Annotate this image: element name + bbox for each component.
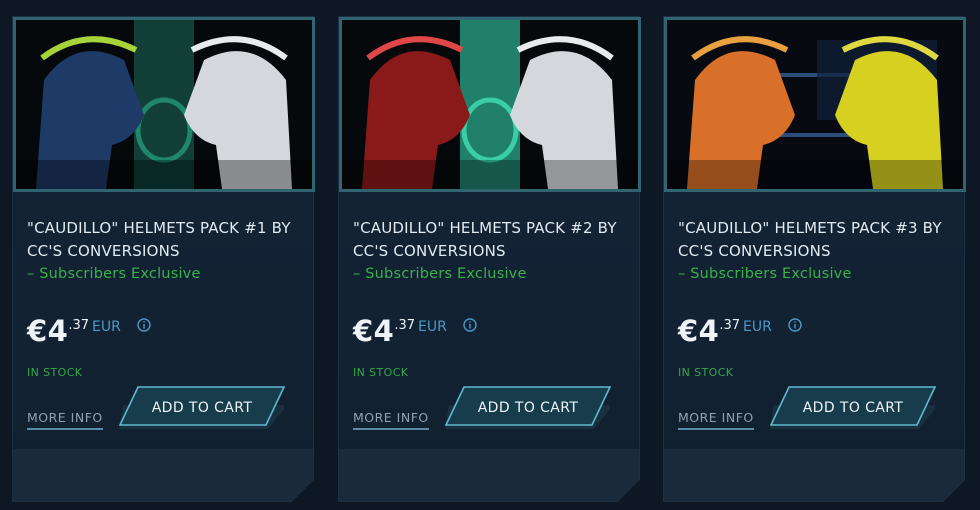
card-footer: [13, 449, 314, 502]
more-info-link[interactable]: MORE INFO: [678, 410, 754, 430]
helmet-pack-image: [342, 20, 638, 189]
price: €4.37 EUR: [678, 314, 772, 354]
helmet-pack-image: [667, 20, 963, 189]
price: €4.37 EUR: [353, 314, 447, 354]
info-circle-icon[interactable]: [463, 318, 477, 332]
price-currency: EUR: [743, 319, 772, 335]
info-circle-icon[interactable]: [788, 318, 802, 332]
add-to-cart-label: ADD TO CART: [802, 400, 904, 416]
product-image-1[interactable]: [13, 17, 315, 192]
price-main: €4: [678, 314, 720, 348]
price-cents: .37: [68, 318, 90, 333]
add-to-cart-label: ADD TO CART: [477, 400, 579, 416]
product-title[interactable]: "CAUDILLO" HELMETS PACK #2 BY CC'S CONVE…: [353, 217, 633, 286]
add-to-cart-button[interactable]: ADD TO CART: [442, 385, 614, 433]
price-currency: EUR: [92, 319, 121, 335]
price-main: €4: [353, 314, 395, 348]
card-footer: [664, 449, 965, 502]
product-subtitle: – Subscribers Exclusive: [27, 266, 201, 282]
product-title[interactable]: "CAUDILLO" HELMETS PACK #1 BY CC'S CONVE…: [27, 217, 307, 286]
card-footer: [339, 449, 640, 502]
more-info-link[interactable]: MORE INFO: [353, 410, 429, 430]
add-to-cart-button[interactable]: ADD TO CART: [116, 385, 288, 433]
helmet-pack-image: [16, 20, 312, 189]
product-card-1: "CAUDILLO" HELMETS PACK #1 BY CC'S CONVE…: [12, 16, 315, 502]
price-cents: .37: [394, 318, 416, 333]
product-card-3: "CAUDILLO" HELMETS PACK #3 BY CC'S CONVE…: [663, 16, 966, 502]
add-to-cart-button[interactable]: ADD TO CART: [767, 385, 939, 433]
stock-status: IN STOCK: [27, 366, 83, 379]
product-title[interactable]: "CAUDILLO" HELMETS PACK #3 BY CC'S CONVE…: [678, 217, 958, 286]
product-subtitle: – Subscribers Exclusive: [353, 266, 527, 282]
product-image-3[interactable]: [664, 17, 966, 192]
product-subtitle: – Subscribers Exclusive: [678, 266, 852, 282]
price-currency: EUR: [418, 319, 447, 335]
add-to-cart-label: ADD TO CART: [151, 400, 253, 416]
product-grid: "CAUDILLO" HELMETS PACK #1 BY CC'S CONVE…: [0, 0, 980, 510]
stock-status: IN STOCK: [678, 366, 734, 379]
price-main: €4: [27, 314, 69, 348]
price: €4.37 EUR: [27, 314, 121, 354]
product-image-2[interactable]: [339, 17, 641, 192]
stock-status: IN STOCK: [353, 366, 409, 379]
more-info-link[interactable]: MORE INFO: [27, 410, 103, 430]
price-cents: .37: [719, 318, 741, 333]
info-circle-icon[interactable]: [137, 318, 151, 332]
product-card-2: "CAUDILLO" HELMETS PACK #2 BY CC'S CONVE…: [338, 16, 641, 502]
